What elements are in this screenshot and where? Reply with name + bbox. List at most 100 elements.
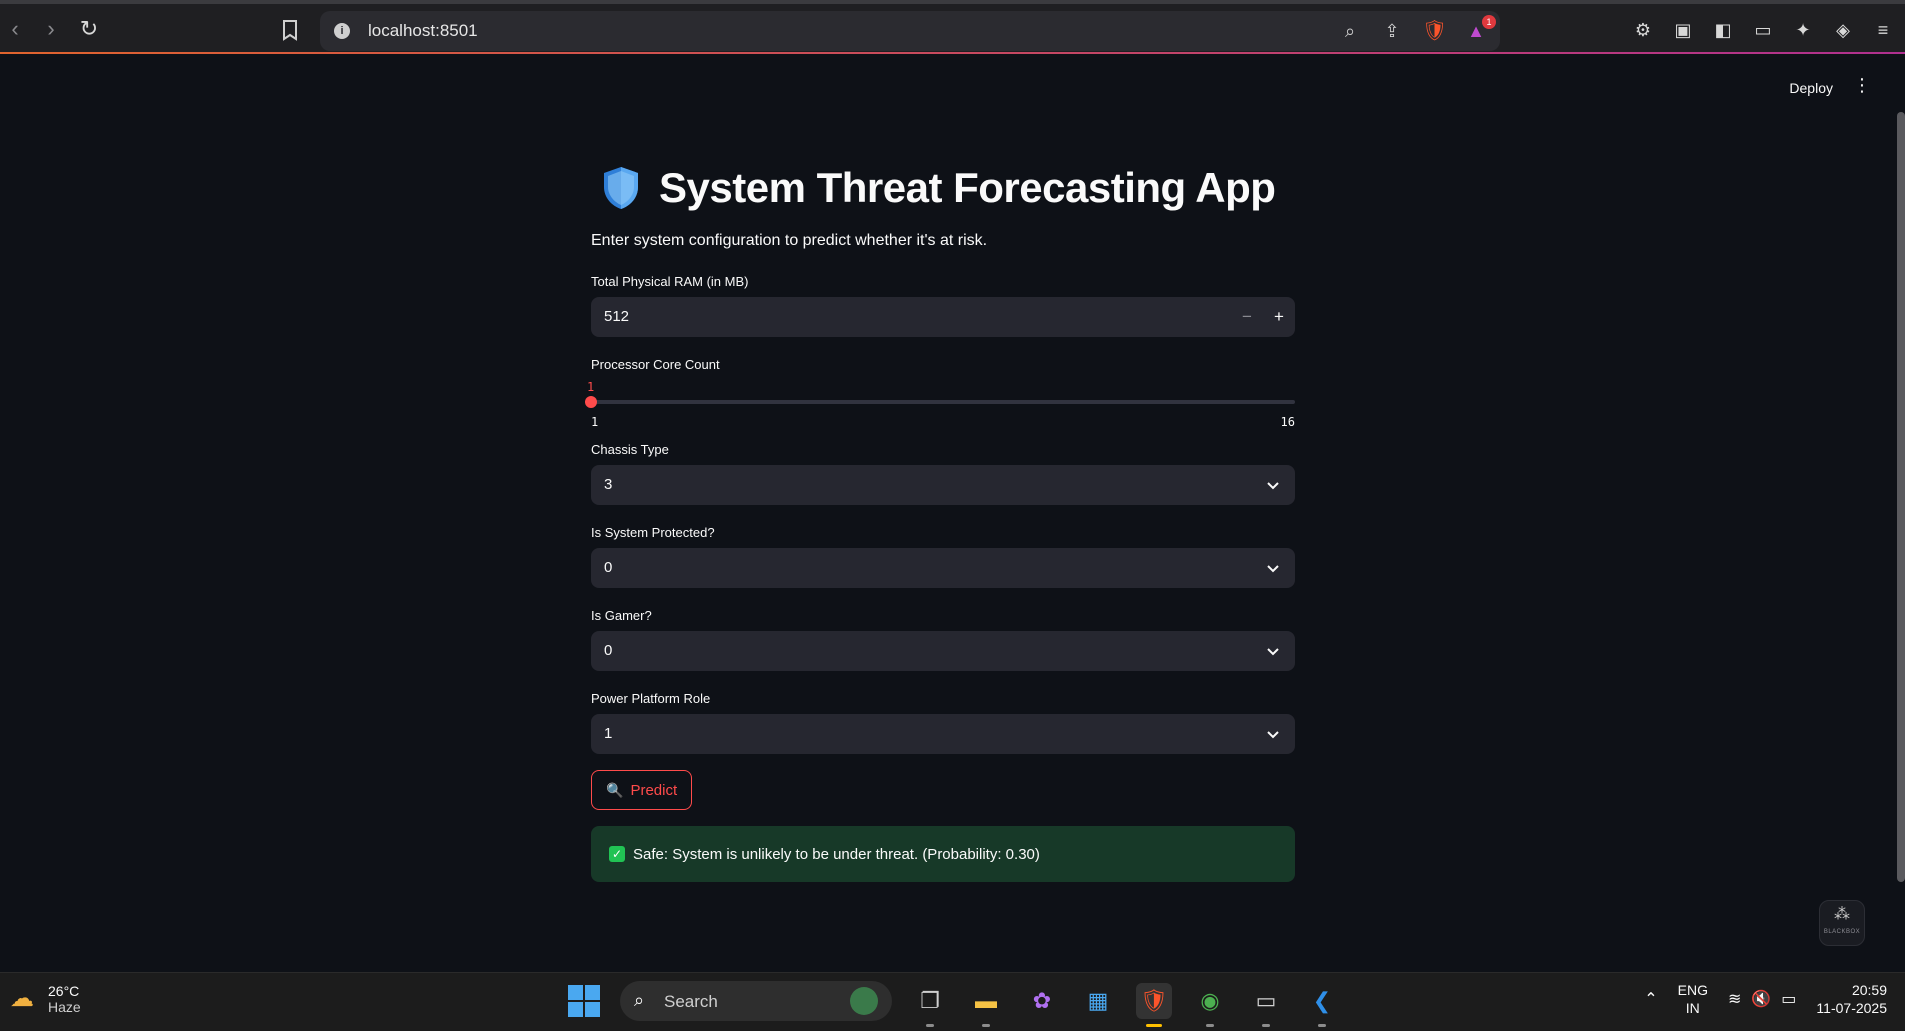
leo-ai-icon[interactable]: ✦: [1791, 18, 1815, 42]
protected-label: Is System Protected?: [591, 525, 715, 540]
deploy-button[interactable]: Deploy: [1789, 80, 1833, 96]
page-subtitle: Enter system configuration to predict wh…: [591, 232, 988, 249]
sidebar-icon[interactable]: ◧: [1711, 18, 1735, 42]
clock[interactable]: 20:59 11-07-2025: [1816, 981, 1887, 1017]
ram-field: Total Physical RAM (in MB) 512 − +: [591, 274, 1295, 337]
rewards-badge: 1: [1482, 15, 1496, 29]
power-select[interactable]: 1: [591, 714, 1295, 754]
weather-temperature: 26°C: [48, 983, 80, 999]
cores-min-label: 1: [591, 415, 599, 429]
system-tray: ⌃ ENG IN ≋ 🔇 ▭ 20:59 11-07-2025: [1644, 981, 1887, 1017]
chevron-down-icon: [1267, 565, 1279, 573]
gamer-label: Is Gamer?: [591, 608, 652, 623]
language-indicator[interactable]: ENG IN: [1678, 981, 1708, 1017]
address-bar[interactable]: i localhost:8501 ⌕ ⇪ 🛡 ▲ 1: [320, 11, 1500, 51]
brave-rewards-icon[interactable]: ▲ 1: [1464, 15, 1496, 43]
site-info-icon[interactable]: i: [334, 23, 350, 39]
page-title: System Threat Forecasting App: [659, 164, 1276, 211]
lang-top: ENG: [1677, 982, 1708, 998]
chevron-down-icon: [1267, 731, 1279, 739]
chassis-select[interactable]: 3: [591, 465, 1295, 505]
protected-select[interactable]: 0: [591, 548, 1295, 588]
weather-haze-icon: ☁: [10, 985, 34, 1012]
more-options-icon[interactable]: ⋮: [1853, 76, 1871, 94]
copilot-icon[interactable]: ✿: [1024, 983, 1060, 1019]
chassis-value: 3: [604, 476, 613, 493]
url-text[interactable]: localhost:8501: [368, 21, 478, 41]
cores-slider[interactable]: 1 1 16: [585, 380, 1295, 430]
file-explorer-icon[interactable]: ▬: [968, 983, 1004, 1027]
battery-icon: ▭: [1781, 991, 1797, 1008]
browser-toolbar: ‹ › ↻ i localhost:8501 ⌕ ⇪ 🛡 ▲ 1 ⚙ ▣ ◧ ▭ …: [0, 0, 1905, 54]
vscode-icon[interactable]: ❮: [1304, 983, 1340, 1027]
ram-increment-button[interactable]: +: [1263, 297, 1295, 337]
power-field: Power Platform Role 1: [591, 691, 1295, 754]
brave-shields-icon[interactable]: 🛡: [1422, 19, 1447, 43]
vpn-icon[interactable]: ◈: [1831, 18, 1855, 42]
chassis-field: Chassis Type 3: [591, 442, 1295, 505]
result-alert: ✓ Safe: System is unlikely to be under t…: [591, 826, 1295, 882]
predict-button[interactable]: 🔍 Predict: [591, 770, 693, 810]
app-page: Deploy ⋮ System Threat Forecasting App E…: [0, 54, 1905, 972]
gamer-value: 0: [604, 642, 613, 659]
taskbar-search-text: Search: [664, 992, 718, 1011]
gamer-field: Is Gamer? 0: [591, 608, 1295, 671]
quick-settings[interactable]: ≋ 🔇 ▭: [1728, 989, 1796, 1009]
check-icon: ✓: [609, 846, 625, 862]
taskbar-search[interactable]: ⌕ Search: [620, 981, 892, 1021]
weather-widget[interactable]: ☁ 26°C Haze: [10, 983, 81, 1015]
slider-thumb[interactable]: [585, 396, 597, 408]
cores-field: Processor Core Count 1 1 16: [585, 357, 1295, 430]
show-hidden-icons-icon[interactable]: ⌃: [1644, 989, 1657, 1009]
ram-decrement-button[interactable]: −: [1231, 297, 1263, 337]
start-icon[interactable]: [568, 985, 600, 1017]
back-icon[interactable]: ‹: [0, 14, 30, 44]
chrome-icon[interactable]: ◉: [1192, 983, 1228, 1027]
task-view-icon[interactable]: ❐: [912, 983, 948, 1027]
blackbox-label: BLACKBOX: [1823, 929, 1861, 935]
brave-browser-icon[interactable]: 🛡: [1136, 983, 1172, 1027]
search-highlight-icon: [850, 987, 878, 1015]
extensions-icon[interactable]: ⚙: [1631, 18, 1655, 42]
terminal-icon[interactable]: ▭: [1248, 983, 1284, 1027]
taskbar-apps: ⌕ Search ❐ ▬ ✿ ▦ 🛡 ◉ ▭ ❮: [568, 981, 1340, 1027]
store-icon[interactable]: ▦: [1080, 983, 1116, 1019]
zoom-icon[interactable]: ⌕: [1338, 19, 1362, 43]
blackbox-icon: ⁂: [1834, 906, 1850, 923]
windows-taskbar: ☁ 26°C Haze ⌕ Search ❐ ▬ ✿ ▦ 🛡 ◉ ▭ ❮ ⌃ E…: [0, 972, 1905, 1031]
ram-stepper: − +: [1231, 297, 1295, 337]
gamer-select[interactable]: 0: [591, 631, 1295, 671]
search-icon: ⌕: [634, 990, 645, 1010]
predict-label: Predict: [630, 781, 678, 799]
scrollbar[interactable]: [1897, 112, 1905, 882]
ram-value[interactable]: 512: [604, 308, 629, 325]
blackbox-widget[interactable]: ⁂ BLACKBOX: [1819, 900, 1865, 946]
bookmark-icon[interactable]: [278, 18, 302, 42]
protected-value: 0: [604, 559, 613, 576]
main-content: System Threat Forecasting App Enter syst…: [585, 164, 1295, 882]
reload-icon[interactable]: ↻: [74, 14, 104, 44]
slider-track[interactable]: [591, 400, 1295, 404]
clock-date: 11-07-2025: [1816, 1000, 1887, 1016]
chassis-label: Chassis Type: [591, 442, 669, 457]
weather-condition: Haze: [48, 999, 81, 1015]
clock-time: 20:59: [1851, 982, 1887, 998]
power-label: Power Platform Role: [591, 691, 711, 706]
ram-label: Total Physical RAM (in MB): [591, 274, 749, 289]
chevron-down-icon: [1267, 648, 1279, 656]
page-title-row: System Threat Forecasting App: [601, 164, 1295, 212]
reader-icon[interactable]: ▣: [1671, 18, 1695, 42]
ram-input[interactable]: 512 − +: [591, 297, 1295, 337]
menu-icon[interactable]: ≡: [1871, 18, 1895, 42]
protected-field: Is System Protected? 0: [591, 525, 1295, 588]
share-icon[interactable]: ⇪: [1380, 19, 1404, 43]
forward-icon[interactable]: ›: [36, 14, 66, 44]
magnifier-icon: 🔍: [606, 781, 624, 798]
cores-current-value: 1: [587, 380, 595, 394]
wifi-icon: ≋: [1727, 991, 1742, 1008]
shield-icon: [604, 167, 638, 209]
power-value: 1: [604, 725, 613, 742]
result-message: Safe: System is unlikely to be under thr…: [633, 845, 1040, 863]
cores-label: Processor Core Count: [591, 357, 720, 372]
wallet-icon[interactable]: ▭: [1751, 18, 1775, 42]
